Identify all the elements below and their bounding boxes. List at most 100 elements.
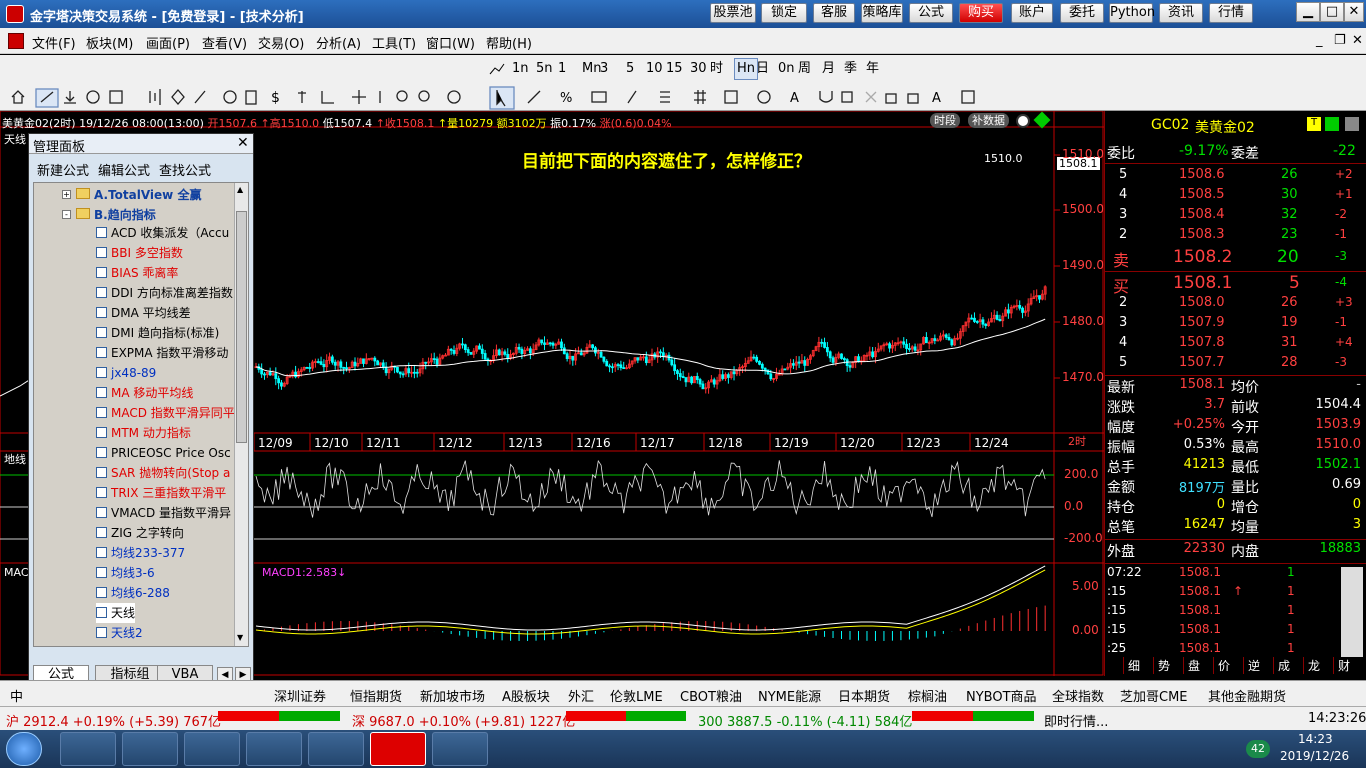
- period-4[interactable]: 3: [600, 55, 608, 83]
- mdi-restore-button[interactable]: ❐: [1334, 33, 1346, 48]
- tree-formula-item[interactable]: 均线6-288: [96, 583, 170, 603]
- sz-index[interactable]: 深 9687.0 +0.10% (+9.81) 1227亿: [352, 711, 575, 730]
- session-button[interactable]: 时段: [930, 113, 960, 128]
- title-btn-7[interactable]: 委托: [1060, 3, 1104, 23]
- menu-item-4[interactable]: 交易(O): [258, 33, 304, 52]
- menu-item-5[interactable]: 分析(A): [316, 33, 361, 52]
- taskbar-trading-app[interactable]: [370, 732, 426, 766]
- taskbar-browser[interactable]: [184, 732, 240, 766]
- market-tab-10[interactable]: 棕榈油: [908, 686, 947, 705]
- tree-formula-item[interactable]: ZIG 之字转向: [96, 523, 184, 543]
- sh-index[interactable]: 沪 2912.4 +0.19% (+5.39) 767亿: [6, 711, 221, 730]
- title-btn-4[interactable]: 公式: [909, 3, 953, 23]
- tree-formula-item[interactable]: BIAS 乖离率: [96, 263, 178, 283]
- menu-item-8[interactable]: 帮助(H): [486, 33, 532, 52]
- market-tab-11[interactable]: NYBOT商品: [966, 686, 1037, 705]
- market-tab-7[interactable]: CBOT粮油: [680, 686, 742, 705]
- tree-formula-item[interactable]: PRICEOSC Price Osc: [96, 443, 231, 463]
- tree-formula-item[interactable]: MA 移动平均线: [96, 383, 193, 403]
- panel-menu-icon[interactable]: [1345, 117, 1359, 131]
- formula-tree[interactable]: + A.TotalView 全赢 - B.趋向指标 ACD 收集派发（Accu BBI 多…: [33, 182, 249, 647]
- tree-formula-item[interactable]: TRIX 三重指数平滑平: [96, 483, 226, 503]
- tree-formula-item[interactable]: ACD 收集派发（Accu: [96, 223, 229, 243]
- start-button[interactable]: [6, 732, 42, 766]
- scroll-down-icon[interactable]: ▼: [237, 633, 243, 642]
- period-8[interactable]: 30: [690, 55, 707, 83]
- tree-folder[interactable]: B.趋向指标: [94, 206, 156, 223]
- t-icon[interactable]: T: [1307, 117, 1321, 131]
- scroll-thumb[interactable]: [236, 211, 247, 443]
- market-tab-9[interactable]: 日本期货: [838, 686, 890, 705]
- market-tab-12[interactable]: 全球指数: [1052, 686, 1104, 705]
- market-tab-3[interactable]: 新加坡市场: [420, 686, 485, 705]
- period-11[interactable]: 日: [756, 55, 769, 83]
- title-btn-8[interactable]: Python: [1109, 3, 1155, 23]
- panel-action-1[interactable]: 编辑公式: [98, 160, 150, 179]
- menu-item-1[interactable]: 板块(M): [86, 33, 133, 52]
- period-1[interactable]: 5n: [536, 55, 553, 83]
- tree-expander-icon[interactable]: +: [62, 190, 71, 199]
- period-2[interactable]: 1: [558, 55, 566, 83]
- quote-tab-6[interactable]: 龙: [1303, 657, 1320, 674]
- period-14[interactable]: 月: [822, 55, 835, 83]
- market-tab-1[interactable]: 深圳证券: [274, 686, 326, 705]
- ticks-scrollbar[interactable]: [1341, 567, 1363, 657]
- tree-formula-item[interactable]: BBI 多空指数: [96, 243, 183, 263]
- taskbar-app-1[interactable]: [60, 732, 116, 766]
- menu-item-7[interactable]: 窗口(W): [426, 33, 475, 52]
- period-16[interactable]: 年: [866, 55, 879, 83]
- tree-scrollbar[interactable]: ▲ ▼: [234, 183, 248, 646]
- taskbar-app-5[interactable]: [308, 732, 364, 766]
- quote-tab-4[interactable]: 逆: [1243, 657, 1260, 674]
- market-tab-4[interactable]: A股板块: [502, 686, 550, 705]
- taskbar-paint[interactable]: [246, 732, 302, 766]
- title-btn-9[interactable]: 资讯: [1159, 3, 1203, 23]
- line-chart-icon[interactable]: [488, 60, 506, 78]
- tree-formula-item[interactable]: SAR 抛物转向(Stop a: [96, 463, 230, 483]
- csi300-index[interactable]: 300 3887.5 -0.11% (-4.11) 584亿: [698, 711, 912, 730]
- title-btn-2[interactable]: 客服: [813, 3, 855, 23]
- mdi-close-button[interactable]: ✕: [1352, 33, 1363, 48]
- period-6[interactable]: 10: [646, 55, 663, 83]
- market-tab-8[interactable]: NYME能源: [758, 686, 821, 705]
- fill-data-button[interactable]: 补数据: [968, 113, 1009, 128]
- period-9[interactable]: 时: [710, 55, 723, 83]
- title-btn-5[interactable]: 购买: [959, 3, 1003, 23]
- market-tab-14[interactable]: 其他金融期货: [1208, 686, 1286, 705]
- title-btn-3[interactable]: 策略库: [861, 3, 903, 23]
- panel-close-icon[interactable]: ✕: [237, 135, 249, 151]
- tree-formula-item[interactable]: DMI 趋向指标(标准): [96, 323, 219, 343]
- clock-icon[interactable]: [1016, 114, 1030, 128]
- maximize-button[interactable]: □: [1320, 2, 1344, 22]
- tree-expander-icon[interactable]: -: [62, 210, 71, 219]
- tree-formula-item[interactable]: DDI 方向标准离差指数: [96, 283, 233, 303]
- menu-item-3[interactable]: 查看(V): [202, 33, 247, 52]
- period-5[interactable]: 5: [626, 55, 634, 83]
- quote-tab-5[interactable]: 成: [1273, 657, 1290, 674]
- quote-tab-2[interactable]: 盘: [1183, 657, 1200, 674]
- period-12[interactable]: 0n: [778, 55, 795, 83]
- period-10[interactable]: Hn: [734, 58, 759, 80]
- news-ticker[interactable]: 即时行情...: [1044, 711, 1108, 730]
- tree-formula-item[interactable]: 天线: [96, 603, 136, 623]
- period-15[interactable]: 季: [844, 55, 857, 83]
- market-tab-2[interactable]: 恒指期货: [350, 686, 402, 705]
- title-btn-1[interactable]: 锁定: [761, 3, 807, 23]
- minimize-button[interactable]: ▁: [1296, 2, 1320, 22]
- period-13[interactable]: 周: [798, 55, 811, 83]
- panel-action-2[interactable]: 查找公式: [159, 160, 211, 179]
- tray-badge[interactable]: 42: [1246, 740, 1270, 758]
- market-tab-13[interactable]: 芝加哥CME: [1120, 686, 1188, 705]
- drawing-tools[interactable]: $ % A A: [0, 83, 1366, 111]
- taskbar-wps[interactable]: [432, 732, 488, 766]
- period-3[interactable]: Mn: [582, 55, 601, 83]
- tree-formula-item[interactable]: MTM 动力指标: [96, 423, 191, 443]
- tree-formula-item[interactable]: EXPMA 指数平滑移动: [96, 343, 228, 363]
- quote-tab-3[interactable]: 价: [1213, 657, 1230, 674]
- title-btn-10[interactable]: 行情: [1209, 3, 1253, 23]
- panel-action-0[interactable]: 新建公式: [37, 160, 89, 179]
- mdi-minimize-button[interactable]: _: [1316, 33, 1323, 48]
- menu-item-0[interactable]: 文件(F): [32, 33, 76, 52]
- tree-formula-item[interactable]: 均线3-6: [96, 563, 155, 583]
- title-btn-6[interactable]: 账户: [1011, 3, 1053, 23]
